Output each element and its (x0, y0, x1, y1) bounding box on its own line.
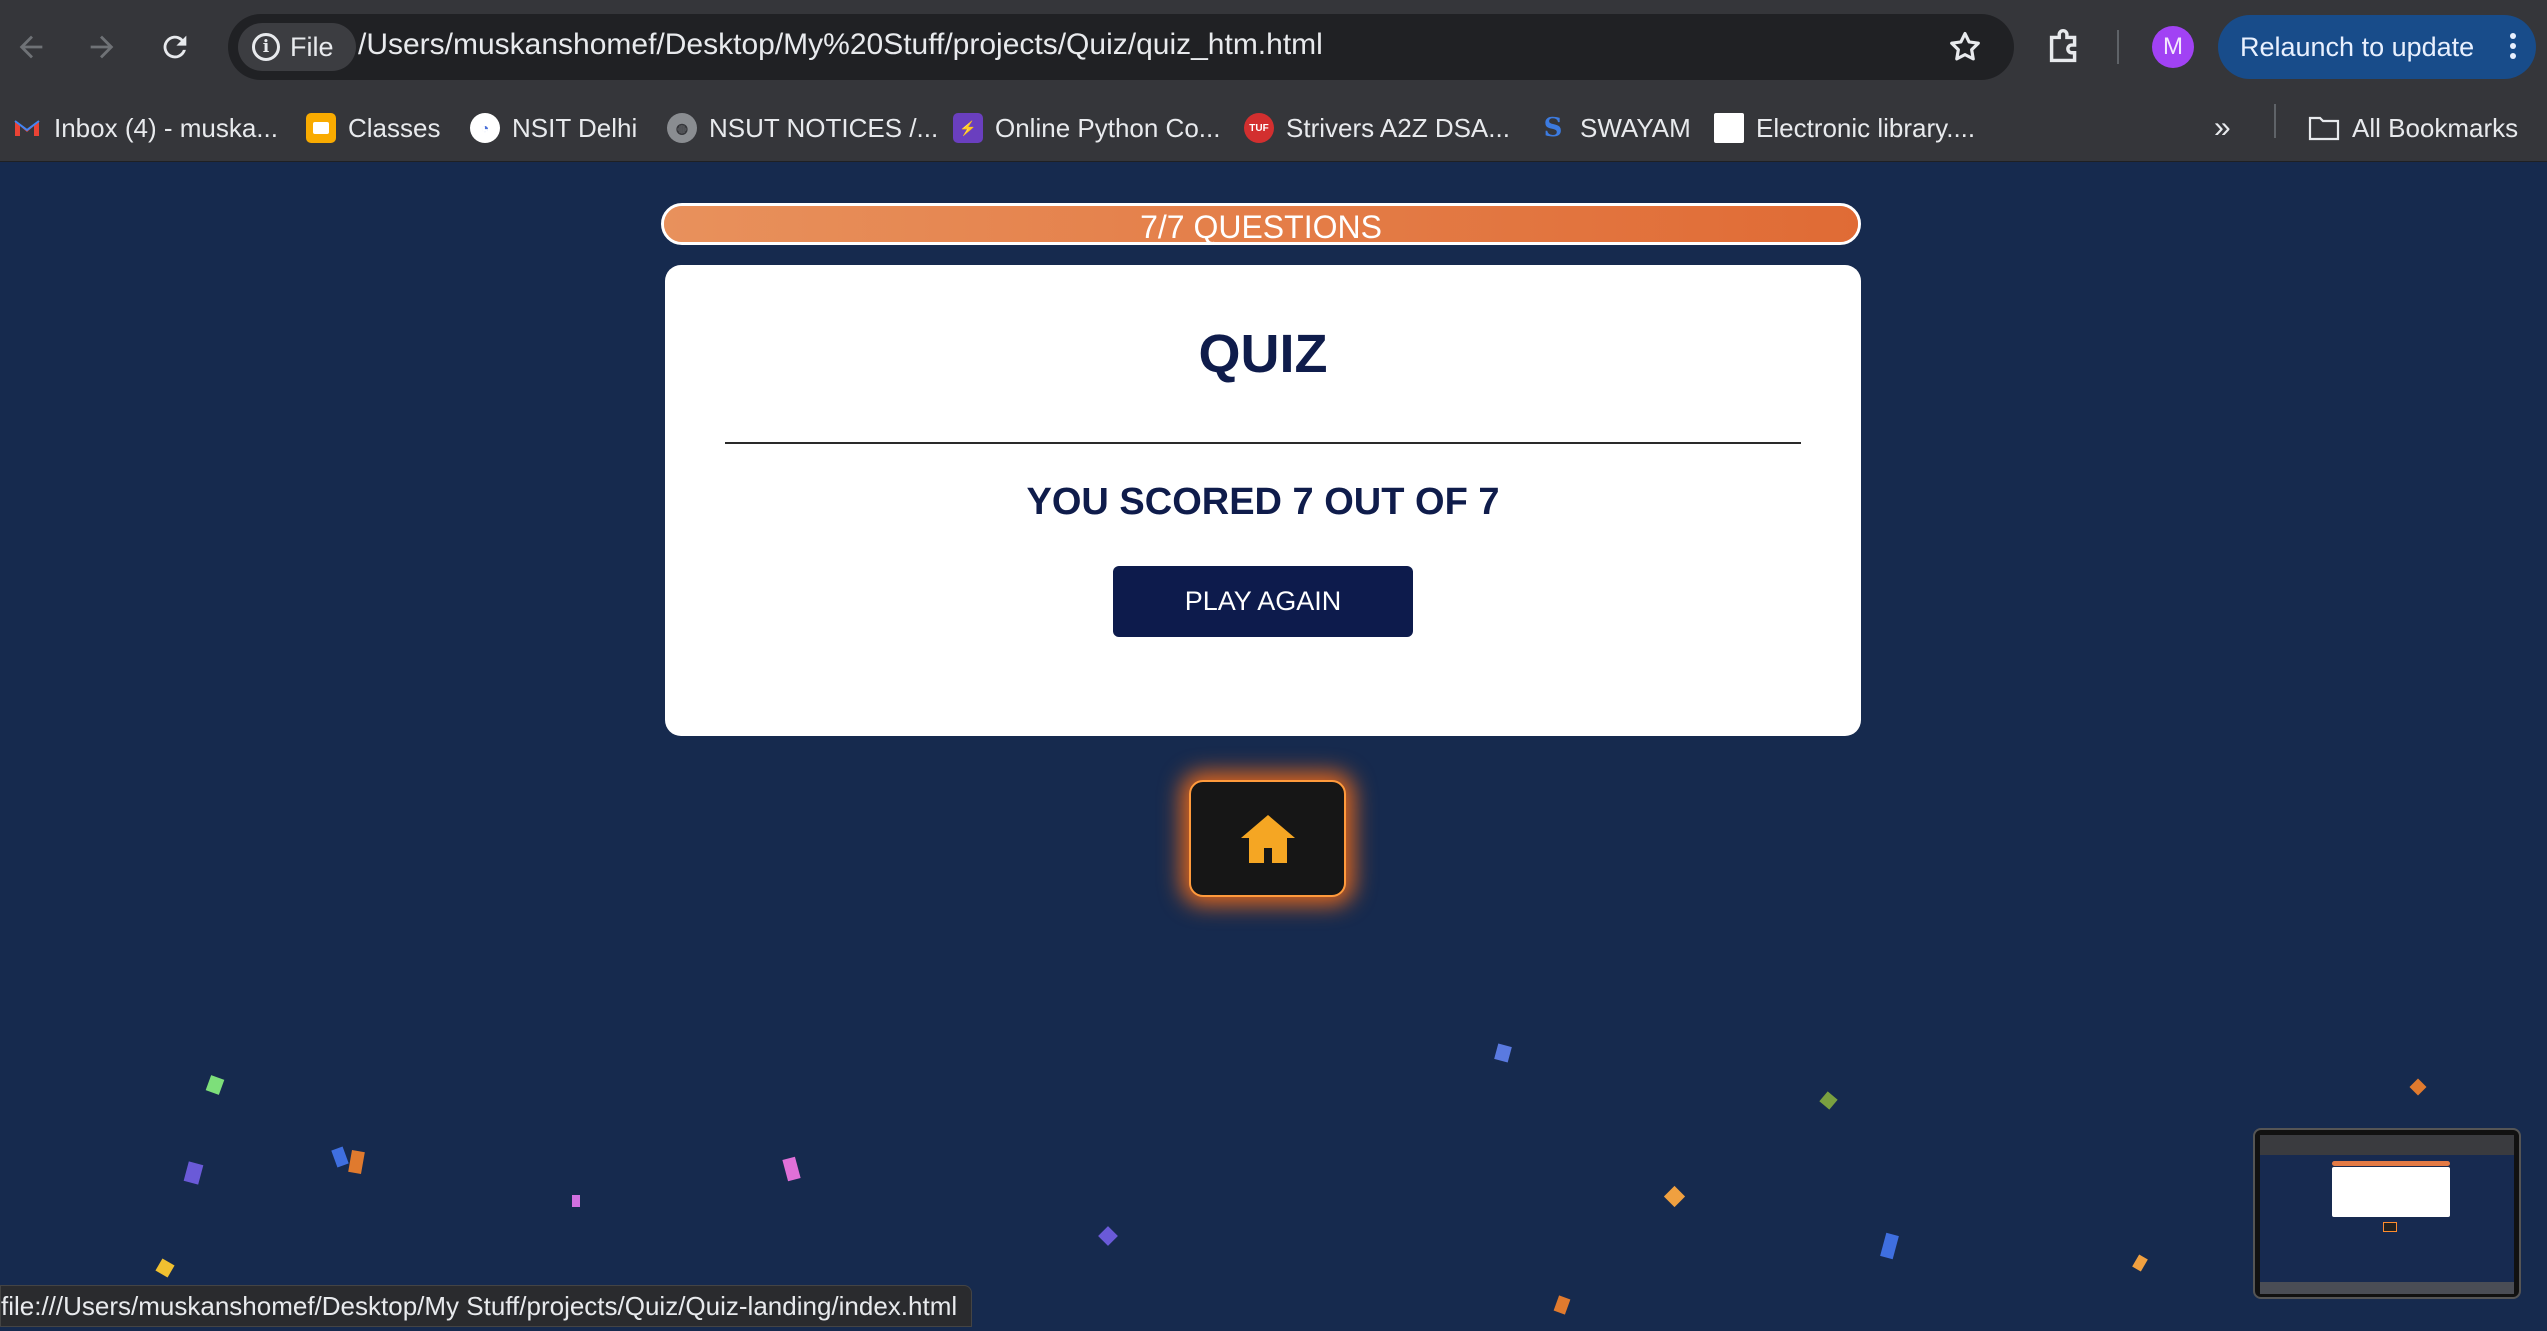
info-icon: i (252, 33, 280, 61)
bookmark-swayam[interactable]: S SWAYAM (1538, 106, 1691, 150)
bookmark-classes[interactable]: Classes (306, 106, 440, 150)
quiz-title: QUIZ (1198, 324, 1328, 384)
bookmark-label: SWAYAM (1580, 112, 1691, 143)
toolbar-divider (2117, 30, 2119, 64)
profile-avatar[interactable]: M (2152, 26, 2194, 68)
confetti-piece (1553, 1295, 1571, 1315)
address-bar[interactable]: i File /Users/muskanshomef/Desktop/My%20… (228, 14, 2014, 80)
confetti-piece (155, 1258, 175, 1278)
confetti-piece (1494, 1043, 1512, 1063)
classroom-icon (306, 113, 336, 143)
reload-button[interactable] (152, 24, 198, 70)
bookmark-online-python[interactable]: ⚡ Online Python Co... (953, 106, 1220, 150)
url-text[interactable]: /Users/muskanshomef/Desktop/My%20Stuff/p… (358, 28, 1323, 62)
confetti-piece (205, 1075, 225, 1095)
bookmark-nsut-notices[interactable]: ◍ NSUT NOTICES /... (667, 106, 938, 150)
extensions-button[interactable] (2042, 24, 2088, 70)
home-icon (1240, 814, 1295, 863)
bookmark-label: NSUT NOTICES /... (709, 112, 939, 143)
double-chevron-icon: » (2214, 111, 2231, 144)
confetti-piece (1098, 1226, 1118, 1246)
browser-toolbar: i File /Users/muskanshomef/Desktop/My%20… (0, 0, 2547, 94)
nsit-logo-icon: ◔ (470, 113, 500, 143)
site-info-label: File (290, 31, 334, 62)
bookmark-label: Online Python Co... (995, 112, 1221, 143)
screenshot-thumbnail[interactable] (2253, 1128, 2521, 1299)
title-divider (725, 442, 1801, 444)
bookmark-electronic-library[interactable]: Electronic library.... (1714, 106, 1975, 150)
confetti-piece (1819, 1091, 1838, 1110)
home-button[interactable] (1189, 780, 1346, 897)
folder-icon (2308, 116, 2340, 141)
confetti-piece (331, 1146, 349, 1168)
tuf-icon: TUF (1244, 113, 1274, 143)
gmail-icon (14, 120, 40, 136)
reload-icon (163, 35, 187, 59)
bookmark-label: Classes (348, 112, 441, 143)
relaunch-button[interactable]: Relaunch to update (2218, 15, 2536, 79)
bookmarks-divider (2274, 104, 2276, 138)
bookmark-nsit[interactable]: ◔ NSIT Delhi (470, 106, 637, 150)
bookmarks-overflow-button[interactable]: » (2214, 106, 2231, 150)
play-again-button[interactable]: PLAY AGAIN (1113, 566, 1413, 637)
kebab-menu-icon[interactable] (2510, 33, 2516, 63)
confetti-piece (2132, 1254, 2148, 1272)
all-bookmarks-button[interactable]: All Bookmarks (2308, 106, 2518, 150)
confetti-piece (2409, 1078, 2427, 1096)
all-bookmarks-label: All Bookmarks (2352, 112, 2519, 143)
link-status-bar: file:///Users/muskanshomef/Desktop/My St… (0, 1285, 973, 1327)
back-button[interactable] (8, 24, 54, 70)
site-info-chip[interactable]: i File (238, 23, 356, 71)
confetti-piece (782, 1156, 801, 1182)
confetti-piece (183, 1161, 204, 1185)
result-card: QUIZ YOU SCORED 7 OUT OF 7 PLAY AGAIN (665, 265, 1861, 736)
bookmark-strivers[interactable]: TUF Strivers A2Z DSA... (1244, 106, 1510, 150)
arrow-right-icon (90, 35, 114, 59)
confetti-piece (572, 1195, 580, 1207)
bookmark-star-icon[interactable] (1946, 28, 1984, 66)
bolt-icon: ⚡ (953, 113, 983, 143)
arrow-left-icon (19, 35, 43, 59)
confetti-piece (1663, 1185, 1686, 1208)
score-text: YOU SCORED 7 OUT OF 7 (1026, 481, 1500, 523)
confetti-piece (348, 1150, 365, 1174)
progress-label: 7/7 QUESTIONS (1140, 209, 1382, 245)
bookmark-gmail[interactable]: Inbox (4) - muska... (12, 106, 278, 150)
puzzle-icon (2049, 29, 2077, 63)
page-icon (1714, 113, 1744, 143)
swayam-icon: S (1543, 113, 1563, 143)
globe-icon: ◍ (667, 113, 697, 143)
bookmark-label: Strivers A2Z DSA... (1286, 112, 1510, 143)
forward-button[interactable] (79, 24, 125, 70)
relaunch-label: Relaunch to update (2240, 31, 2475, 62)
bookmark-label: Inbox (4) - muska... (54, 112, 278, 143)
confetti-piece (1880, 1232, 1899, 1260)
question-progress-bar: 7/7 QUESTIONS (661, 203, 1861, 245)
bookmarks-bar: Inbox (4) - muska... Classes ◔ NSIT Delh… (0, 94, 2547, 162)
bookmark-label: NSIT Delhi (512, 112, 638, 143)
bookmark-label: Electronic library.... (1756, 112, 1976, 143)
thumbnail-preview (2260, 1135, 2514, 1294)
